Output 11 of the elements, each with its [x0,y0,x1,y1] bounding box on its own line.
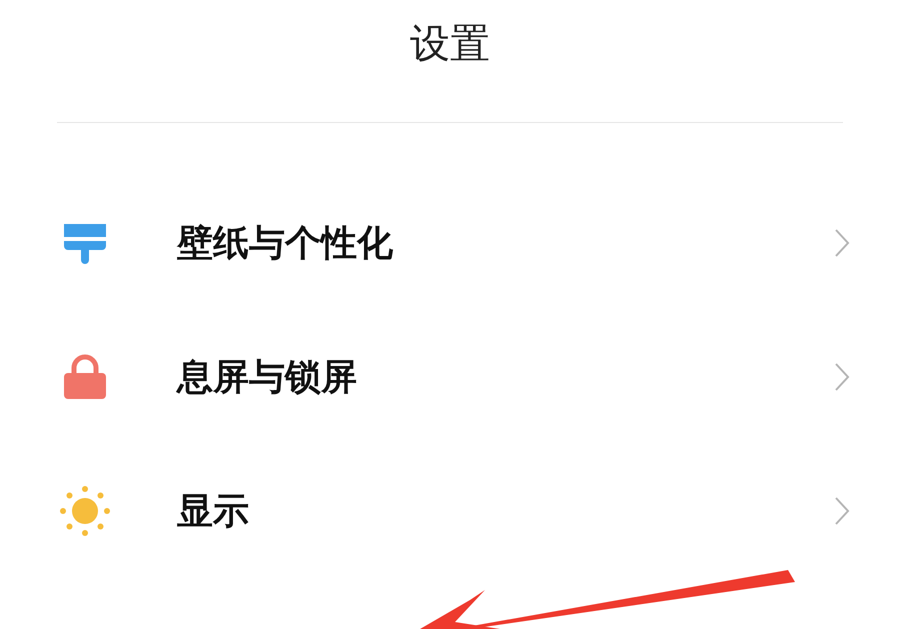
chevron-icon [834,362,850,392]
setting-label: 显示 [177,490,250,534]
page-title: 设置 [409,20,491,69]
settings-row[interactable]: 息屏与锁屏 [0,310,900,444]
settings-row[interactable]: 壁纸与个性化 [0,176,900,310]
settings-row[interactable]: 显示 [0,444,900,578]
setting-label: 壁纸与个性化 [177,222,394,266]
chevron-icon [834,228,850,258]
chevron-icon [834,496,850,526]
sun-icon [60,486,110,536]
setting-label: 息屏与锁屏 [177,356,358,400]
